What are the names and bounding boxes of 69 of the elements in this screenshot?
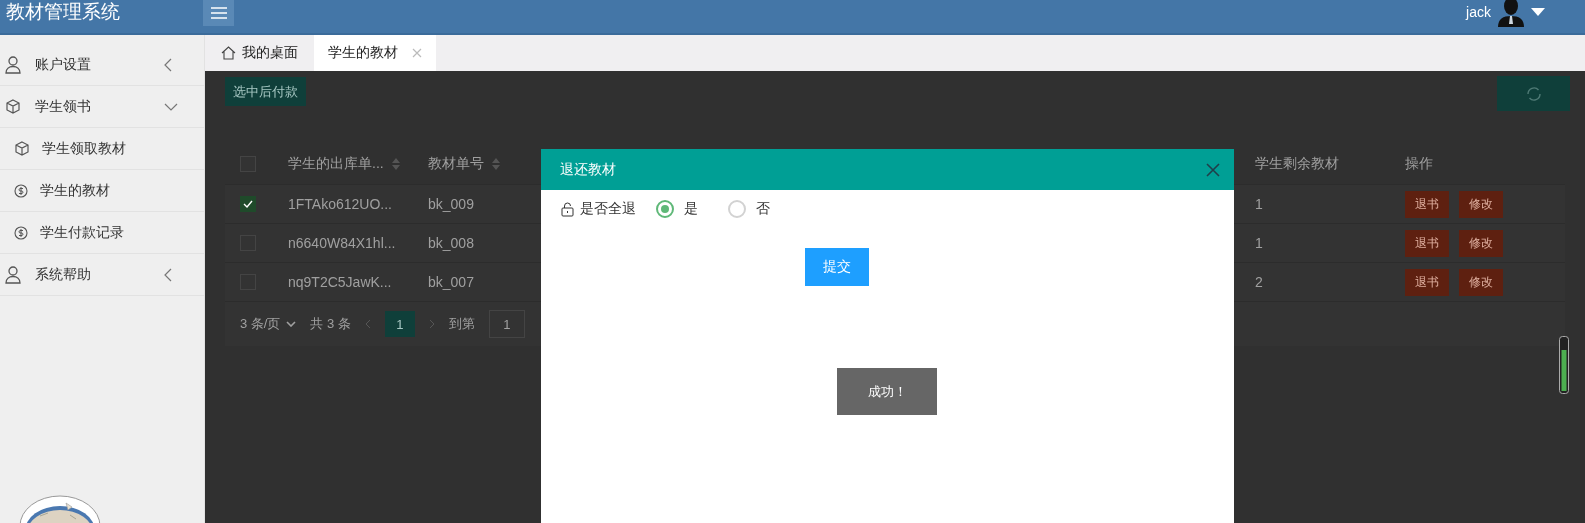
cube-icon (5, 98, 21, 115)
sort-icon[interactable] (492, 158, 500, 170)
table-cell-text: 1 (1255, 235, 1264, 251)
radio-option[interactable]: 是 (656, 200, 698, 218)
avatar-icon[interactable] (1497, 0, 1525, 27)
page-number[interactable]: 1 (384, 311, 415, 337)
home-icon (221, 46, 236, 60)
total-count: 共 3 条 (310, 315, 351, 333)
cube-icon (14, 140, 30, 157)
page-input[interactable]: 1 (488, 310, 525, 338)
return-book-button[interactable]: 退书 (1405, 190, 1449, 218)
app-title: 教材管理系统 (5, 0, 121, 24)
column-header: 学生的出库单... (288, 155, 428, 173)
goto-label: 到第 (448, 315, 475, 333)
coin-icon (14, 225, 28, 240)
chevron-down-icon (164, 102, 178, 111)
next-page-icon[interactable] (428, 319, 435, 329)
table-cell-text: n6640W84X1hl... (288, 235, 397, 251)
radio-button[interactable] (656, 200, 674, 218)
edit-button[interactable]: 修改 (1459, 268, 1503, 296)
refresh-icon (1524, 84, 1543, 103)
sidebar-item[interactable]: 学生的教材 (0, 170, 204, 212)
page-size-select[interactable]: 3 条/页 (240, 315, 281, 333)
close-icon[interactable] (412, 48, 422, 58)
sidebar-item[interactable]: 学生领书 (0, 86, 204, 128)
sidebar-item[interactable]: 学生付款记录 (0, 212, 204, 254)
lock-icon (561, 201, 574, 217)
table-cell-text: bk_009 (428, 196, 475, 212)
refresh-button[interactable] (1497, 76, 1570, 111)
pay-selected-button[interactable]: 选中后付款 (225, 77, 306, 106)
chevron-left-icon (164, 57, 172, 72)
close-icon (1206, 162, 1220, 177)
return-book-button[interactable]: 退书 (1405, 229, 1449, 257)
edit-button[interactable]: 修改 (1459, 190, 1503, 218)
close-button[interactable] (1206, 162, 1220, 177)
user-icon (5, 55, 21, 74)
user-icon (5, 265, 21, 284)
toast-message: 成功！ (837, 368, 937, 415)
coin-icon (14, 183, 28, 198)
row-checkbox[interactable] (240, 196, 256, 212)
dialog-title: 退还教材 (560, 160, 616, 179)
field-label: 是否全退 (580, 200, 636, 218)
tab[interactable]: 学生的教材 (314, 35, 436, 71)
table-cell-text: 2 (1255, 274, 1264, 290)
previous-page-icon[interactable] (364, 319, 371, 329)
table-cell-text: nq9T2C5JawK... (288, 274, 393, 290)
level-meter-icon (1559, 336, 1569, 394)
table-cell-text: bk_008 (428, 235, 475, 251)
radio-option[interactable]: 否 (728, 200, 770, 218)
table-cell-text: bk_007 (428, 274, 475, 290)
table-cell-text: 1FTAko612UO... (288, 196, 393, 212)
chevron-left-icon (164, 267, 172, 282)
menu-icon (210, 6, 227, 19)
table-cell-text: 1 (1255, 196, 1264, 212)
caret-down-icon[interactable] (1531, 7, 1545, 16)
check-icon (243, 200, 253, 208)
chevron-down-icon[interactable] (286, 321, 297, 327)
tab[interactable]: 我的桌面 (205, 35, 314, 71)
sort-icon[interactable] (391, 158, 400, 170)
sidebar-item[interactable]: 账户设置 (0, 44, 204, 86)
radio-button[interactable] (728, 200, 746, 218)
sidebar-item[interactable]: 系统帮助 (0, 254, 204, 296)
edit-button[interactable]: 修改 (1459, 229, 1503, 257)
user-name[interactable]: jack (1466, 3, 1491, 20)
column-header: 学生剩余教材 (1255, 155, 1340, 173)
menu-button[interactable] (203, 0, 234, 26)
sidebar-item[interactable]: 学生领取教材 (0, 128, 204, 170)
return-book-button[interactable]: 退书 (1405, 268, 1449, 296)
column-header: 操作 (1405, 155, 1434, 173)
